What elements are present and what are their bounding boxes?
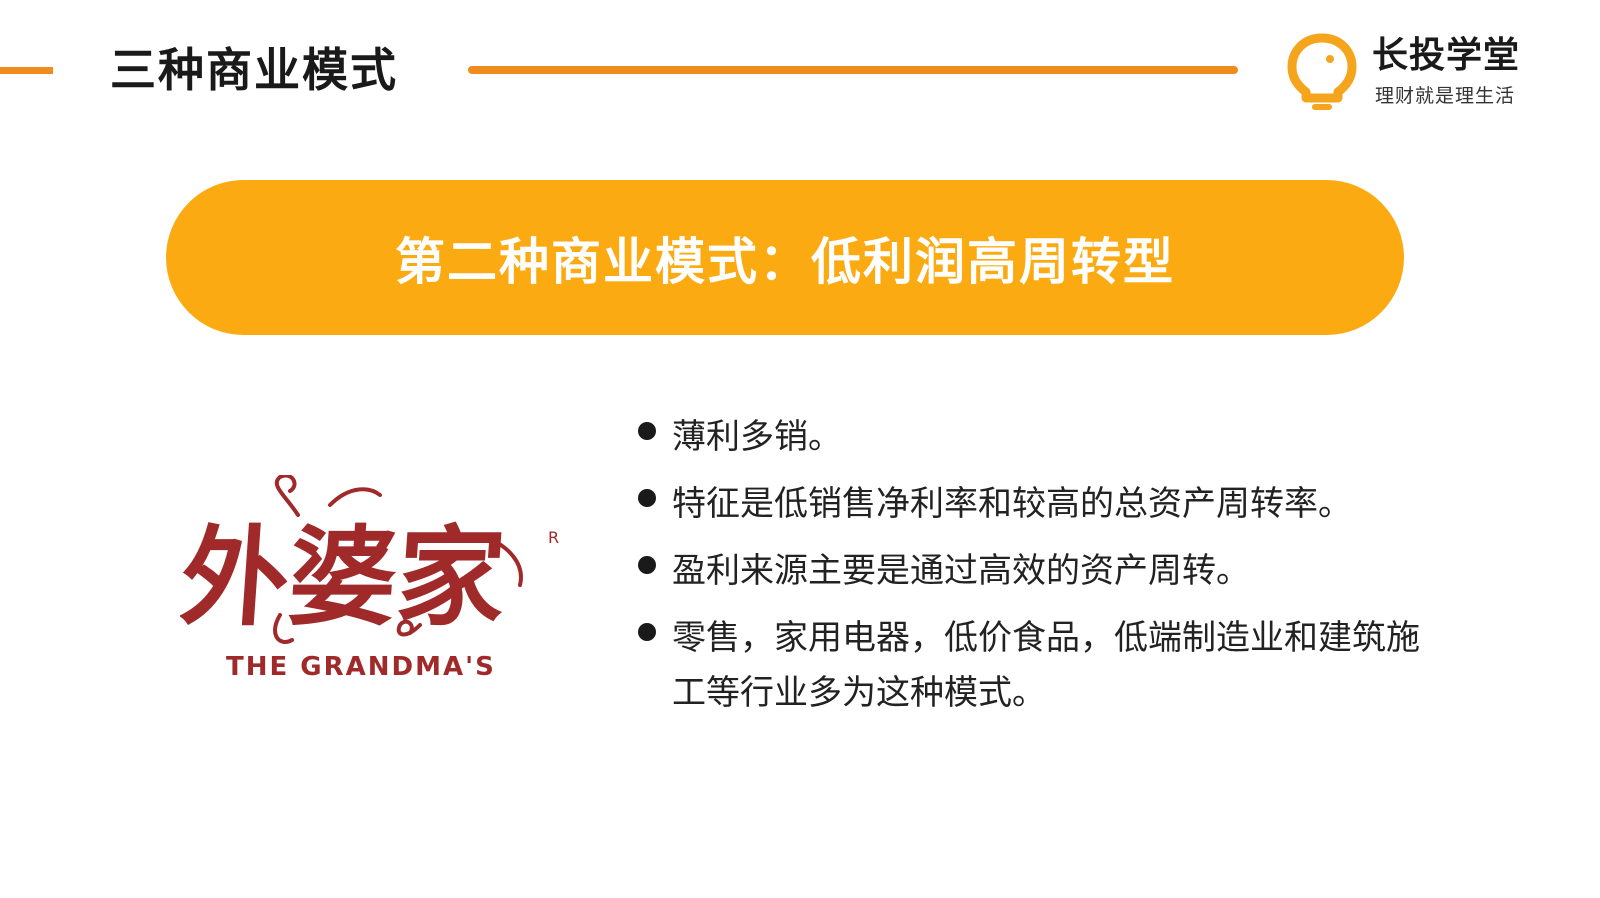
bullet-text: 薄利多销。 <box>672 417 842 457</box>
bullet-text: 特征是低销售净利率和较高的总资产周转率。 <box>672 484 1352 524</box>
section-banner: 第二种商业模式：低利润高周转型 <box>166 180 1404 335</box>
list-item: 特征是低销售净利率和较高的总资产周转率。 <box>638 477 1438 532</box>
brand-english-name: THE GRANDMA'S <box>226 652 496 682</box>
bullet-dot-icon <box>638 422 656 440</box>
list-item: 零售，家用电器，低价食品，低端制造业和建筑施工等行业多为这种模式。 <box>638 611 1438 721</box>
grandmas-brand-logo: 外婆家 R THE GRANDMA'S <box>180 475 559 682</box>
lightbulb-icon <box>1287 33 1357 110</box>
page-title: 三种商业模式 <box>110 43 398 97</box>
bullet-list: 薄利多销。 特征是低销售净利率和较高的总资产周转率。 盈利来源主要是通过高效的资… <box>638 410 1438 733</box>
bullet-dot-icon <box>638 623 656 641</box>
banner-title: 第二种商业模式：低利润高周转型 <box>395 232 1175 291</box>
header-accent-line-right <box>468 66 1238 74</box>
bullet-dot-icon <box>638 489 656 507</box>
header-accent-line-left <box>0 67 53 74</box>
bullet-text: 零售，家用电器，低价食品，低端制造业和建筑施工等行业多为这种模式。 <box>672 618 1420 713</box>
logo-slogan: 理财就是理生活 <box>1375 85 1516 107</box>
company-logo: 长投学堂 理财就是理生活 <box>1286 30 1536 112</box>
brand-chinese-name: 外婆家 <box>180 515 509 641</box>
list-item: 盈利来源主要是通过高效的资产周转。 <box>638 544 1438 599</box>
list-item: 薄利多销。 <box>638 410 1438 465</box>
bullet-text: 盈利来源主要是通过高效的资产周转。 <box>672 551 1250 591</box>
registered-mark: R <box>548 528 559 547</box>
logo-name: 长投学堂 <box>1372 35 1521 76</box>
bullet-dot-icon <box>638 556 656 574</box>
